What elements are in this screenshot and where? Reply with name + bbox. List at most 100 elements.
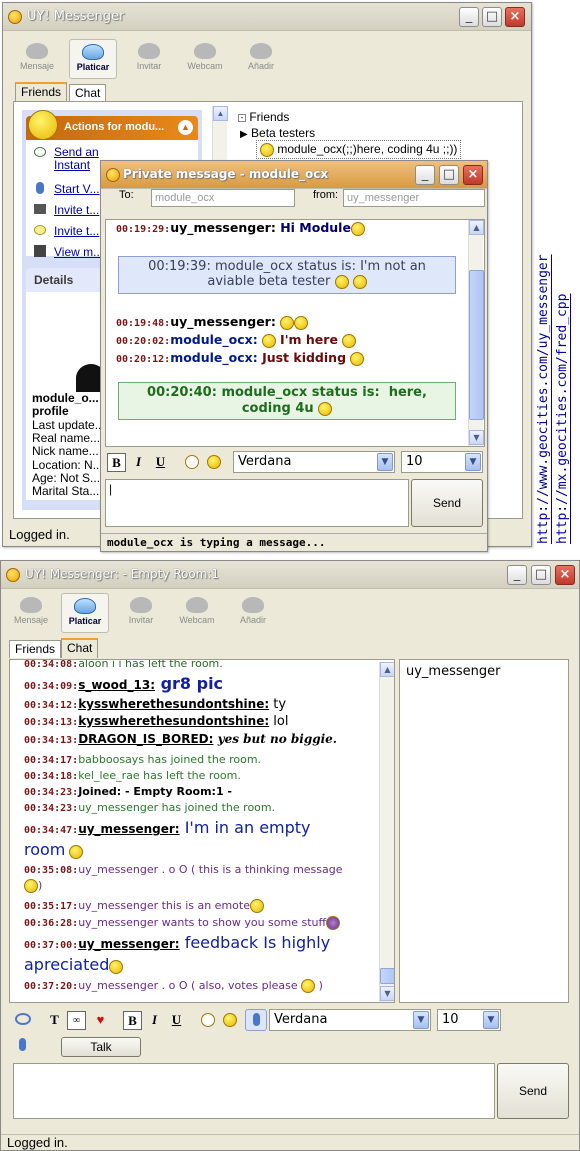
- tree-group-friends[interactable]: - Friends: [238, 110, 289, 124]
- actions-header[interactable]: Actions for modu... ▲: [26, 110, 198, 140]
- webcam-icon: [194, 43, 216, 59]
- minimize-button[interactable]: _: [459, 7, 479, 27]
- private-message-window: Private message - module_ocx _ □ × To: m…: [100, 160, 488, 552]
- pm-message-input[interactable]: |: [105, 479, 409, 527]
- thinking-smiley-icon: [24, 878, 38, 893]
- pm-to-field[interactable]: module_ocx: [151, 189, 295, 207]
- sunglasses-icon[interactable]: [223, 1013, 237, 1027]
- invite-icon: [130, 597, 152, 613]
- pm-scrollbar[interactable]: ▲ ▼: [468, 220, 484, 446]
- link-button[interactable]: ∞: [67, 1011, 86, 1030]
- pm-size-select[interactable]: 10 ▼: [401, 451, 483, 473]
- user-list-item[interactable]: uy_messenger: [406, 664, 500, 679]
- emoticon-icon[interactable]: [185, 455, 199, 469]
- details-name: module_o...: [32, 391, 99, 405]
- webcam-icon: [34, 204, 46, 214]
- chat-icon: [74, 598, 96, 614]
- toolbar-invite-button[interactable]: Invitar: [117, 593, 165, 633]
- smiley-icon: [352, 274, 367, 289]
- chat-window-title: UY! Messenger: - Empty Room:1: [25, 567, 220, 581]
- italic-button[interactable]: I: [129, 453, 148, 472]
- add-icon: [250, 43, 272, 59]
- link-fred-cpp[interactable]: http://mx.geocities.com/fred_cpp: [555, 288, 570, 544]
- chat-title-bar[interactable]: UY! Messenger: - Empty Room:1 _ □ ×: [1, 561, 579, 589]
- chat-icon: [82, 44, 104, 60]
- toolbar-chat-button[interactable]: Platicar: [61, 593, 109, 633]
- close-button[interactable]: ×: [505, 7, 525, 27]
- tab-chat[interactable]: Chat: [69, 84, 107, 102]
- link-uy-messenger[interactable]: http://www.geocities.com/uy_messenger: [536, 232, 551, 544]
- pm-conversation: 00:19:29:uy_messenger: Hi Module 00:19:3…: [105, 219, 485, 447]
- status-smiley-icon: [260, 142, 274, 157]
- status-notice: 00:19:39: module_ocx status is: I'm not …: [118, 256, 456, 294]
- chat-log: 00:34:08:aloon i i has left the room. 00…: [9, 659, 395, 1003]
- chat-message-input[interactable]: [13, 1063, 495, 1119]
- collapse-icon[interactable]: ▲: [178, 120, 193, 135]
- toolbar-message-button[interactable]: Mensaje: [13, 39, 61, 79]
- maximize-button[interactable]: □: [482, 7, 502, 27]
- smiley-icon: [249, 898, 264, 913]
- smiley-icon: [334, 274, 349, 289]
- pm-minimize-button[interactable]: _: [415, 165, 435, 185]
- status-notice: 00:20:40: module_ocx status is: here, co…: [118, 382, 456, 420]
- contact-module-ocx[interactable]: module_ocx(;;)here, coding 4u ;;)): [256, 140, 462, 159]
- pm-typing-status: module_ocx is typing a message...: [101, 533, 487, 551]
- heart-icon[interactable]: ♥: [91, 1011, 110, 1030]
- tree-group-beta[interactable]: ▶ Beta testers: [240, 126, 315, 140]
- smiley-icon: [69, 844, 84, 859]
- pm-maximize-button[interactable]: □: [439, 165, 459, 185]
- app-logo-icon: [6, 568, 20, 582]
- details-profile: profile: [32, 404, 69, 418]
- chat-bubble-icon[interactable]: [15, 1013, 31, 1025]
- text-style-button[interactable]: T: [45, 1011, 64, 1030]
- pm-title-bar[interactable]: Private message - module_ocx _ □ ×: [101, 161, 487, 189]
- microphone-icon: [36, 182, 44, 194]
- message-icon: [20, 597, 42, 613]
- chat-close-button[interactable]: ×: [555, 565, 575, 585]
- microphone-icon: [253, 1013, 260, 1026]
- pm-font-select[interactable]: Verdana ▼: [233, 451, 395, 473]
- tab-chat[interactable]: Chat: [61, 638, 99, 658]
- sunglasses-icon[interactable]: [207, 455, 221, 469]
- invite-icon: [138, 43, 160, 59]
- app-logo-icon: [106, 168, 120, 182]
- title-bar[interactable]: UY! Messenger _ □ ×: [3, 3, 531, 31]
- talk-button[interactable]: Talk: [61, 1037, 141, 1057]
- emoticon-icon[interactable]: [201, 1013, 215, 1027]
- user-list: uy_messenger: [399, 659, 569, 1003]
- app-logo-icon: [8, 10, 22, 24]
- chat-minimize-button[interactable]: _: [507, 565, 527, 585]
- smiley-icon: [318, 401, 333, 416]
- chat-size-select[interactable]: 10 ▼: [437, 1009, 501, 1031]
- smiley-icon: [109, 959, 124, 974]
- pm-close-button[interactable]: ×: [463, 165, 483, 185]
- chat-maximize-button[interactable]: □: [531, 565, 551, 585]
- toolbar-webcam-button[interactable]: Webcam: [181, 39, 229, 79]
- pm-title: Private message - module_ocx: [123, 167, 329, 181]
- bold-button[interactable]: B: [123, 1011, 142, 1030]
- toolbar-webcam-button[interactable]: Webcam: [173, 593, 221, 633]
- tab-friends[interactable]: Friends: [15, 82, 68, 102]
- italic-button[interactable]: I: [145, 1011, 164, 1030]
- underline-button[interactable]: U: [151, 453, 170, 472]
- add-icon: [242, 597, 264, 613]
- profile-icon: [34, 245, 46, 257]
- smiley-icon: [350, 221, 365, 236]
- chat-log-scrollbar[interactable]: ▲ ▼: [379, 662, 394, 1002]
- pm-send-button[interactable]: Send: [411, 479, 483, 527]
- voice-button[interactable]: [245, 1009, 267, 1031]
- bold-button[interactable]: B: [107, 453, 126, 472]
- toolbar-message-button[interactable]: Mensaje: [7, 593, 55, 633]
- toolbar-invite-button[interactable]: Invitar: [125, 39, 173, 79]
- toolbar-chat-button[interactable]: Platicar: [69, 39, 117, 79]
- chat-font-select[interactable]: Verdana ▼: [269, 1009, 431, 1031]
- toolbar-add-button[interactable]: Añadir: [237, 39, 285, 79]
- smiley-icon: [293, 315, 308, 330]
- chat-send-button[interactable]: Send: [497, 1063, 569, 1119]
- underline-button[interactable]: U: [167, 1011, 186, 1030]
- tab-friends[interactable]: Friends: [9, 640, 62, 658]
- toolbar-add-button[interactable]: Añadir: [229, 593, 277, 633]
- conference-icon: [34, 225, 46, 235]
- message-icon: [26, 43, 48, 59]
- pm-from-field[interactable]: uy_messenger: [343, 189, 485, 207]
